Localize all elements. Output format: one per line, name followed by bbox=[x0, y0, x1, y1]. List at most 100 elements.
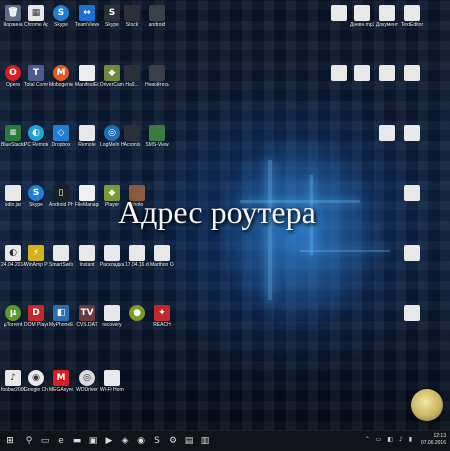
desktop-icon[interactable]: Instant bbox=[75, 245, 99, 268]
desktop-icon[interactable]: ◐PC Remote Receiver bbox=[24, 125, 48, 148]
desktop-icon[interactable]: ✦ REACH bbox=[150, 305, 174, 328]
desktop-icon[interactable] bbox=[350, 65, 374, 82]
desktop-icon[interactable]: ◎ WDDriver bbox=[75, 370, 99, 393]
desktop-icon[interactable] bbox=[375, 65, 399, 82]
desktop-icon[interactable]: recovery bbox=[100, 305, 124, 328]
app-icon bbox=[154, 245, 170, 261]
desktop-icon[interactable]: ↔TeamViewer bbox=[75, 5, 99, 28]
desktop-icon[interactable]: Невойтесь bbox=[145, 65, 169, 88]
desktop-icon[interactable]: TTotal Commander bbox=[24, 65, 48, 88]
task-view-icon[interactable]: ▭ bbox=[38, 434, 52, 448]
desktop-icon[interactable] bbox=[400, 125, 424, 142]
desktop-icon[interactable]: Дневн.mp3 bbox=[350, 5, 374, 28]
desktop-icon[interactable] bbox=[327, 65, 351, 82]
desktop-icon[interactable]: ◉Google Chrome bbox=[24, 370, 48, 393]
app-icon bbox=[79, 65, 95, 81]
app-icon: S bbox=[28, 185, 44, 201]
desktop-icon[interactable]: SMS-View bbox=[145, 125, 169, 148]
desktop-icon[interactable]: Ha9... bbox=[120, 65, 144, 88]
app2-icon[interactable]: ▤ bbox=[182, 434, 196, 448]
desktop-icon[interactable]: ▯Android Phone Manager bbox=[49, 185, 73, 208]
app-icon bbox=[404, 185, 420, 201]
desktop-icon[interactable]: TextEditor bbox=[400, 5, 424, 28]
app-icon bbox=[404, 125, 420, 141]
desktop-icon[interactable]: M Mobogenie bbox=[49, 65, 73, 88]
app-icon bbox=[104, 370, 120, 386]
desktop-icon-label: Dropbox bbox=[51, 142, 71, 148]
desktop-icon[interactable]: S Skype bbox=[24, 185, 48, 208]
desktop-icon[interactable]: ◇ Dropbox bbox=[49, 125, 73, 148]
desktop-icon-label: Android Phone Manager bbox=[49, 202, 73, 208]
app-icon bbox=[379, 125, 395, 141]
desktop-icon-label: Mobogenie bbox=[49, 82, 73, 88]
desktop-icon[interactable] bbox=[400, 305, 424, 322]
desktop-icon[interactable]: 17.04.16.docx bbox=[125, 245, 149, 268]
settings-icon[interactable]: ⚙ bbox=[166, 434, 180, 448]
desktop-icon[interactable]: Раскладка bbox=[100, 245, 124, 268]
desktop-icon[interactable]: TV CVS.DAT bbox=[75, 305, 99, 328]
desktop-icon[interactable]: SmartSwitch bbox=[49, 245, 73, 268]
desktop-icon[interactable]: Stock bbox=[120, 5, 144, 28]
desktop-icon[interactable]: DDOM Player bbox=[24, 305, 48, 328]
tray-clock[interactable]: 12:13 07.06.2016 bbox=[421, 433, 446, 447]
desktop-icon[interactable]: S Skype bbox=[49, 5, 73, 28]
app-icon: ◐ bbox=[28, 125, 44, 141]
edge-icon[interactable]: e bbox=[54, 434, 68, 448]
desktop-icon[interactable]: FileManager bbox=[75, 185, 99, 208]
desktop-icon[interactable]: ManifestEdit bbox=[75, 65, 99, 88]
desktop-icon[interactable]: Marthon Ocean bbox=[150, 245, 174, 268]
app-icon[interactable]: ◈ bbox=[118, 434, 132, 448]
desktop-icon-label: REACH bbox=[153, 322, 171, 328]
system-tray[interactable]: ⌃ ▭ ◧ ♪ ▮ bbox=[365, 436, 414, 443]
app-icon: ◎ bbox=[104, 125, 120, 141]
desktop-icon-label: Ha9... bbox=[125, 82, 139, 88]
desktop-icon[interactable]: O Opera bbox=[1, 65, 25, 88]
desktop-icon-label: DOM Player bbox=[24, 322, 48, 328]
desktop-icon[interactable]: Wi-Fi Home Network bbox=[100, 370, 124, 393]
start-button[interactable]: ⊞ bbox=[3, 434, 17, 448]
media-icon[interactable]: ▶ bbox=[102, 434, 116, 448]
desktop-icon[interactable]: ♪foobar2000 Shortcut bbox=[1, 370, 25, 393]
desktop-icon[interactable]: ⚡WinAmp Plugin bbox=[24, 245, 48, 268]
desktop-icon[interactable] bbox=[400, 185, 424, 202]
app-icon: ◇ bbox=[53, 125, 69, 141]
desktop-icon[interactable]: ▦Chrome App Launcher bbox=[24, 5, 48, 28]
desktop-icon-label: recovery bbox=[102, 322, 122, 328]
desktop-icon-label: 17.04.16.docx bbox=[125, 262, 149, 268]
desktop-icon[interactable] bbox=[327, 5, 351, 22]
app-icon bbox=[404, 5, 420, 21]
desktop-icon[interactable]: android bbox=[145, 5, 169, 28]
app-icon bbox=[124, 125, 140, 141]
desktop-icon[interactable]: Acronis bbox=[120, 125, 144, 148]
app-icon: ◐ bbox=[5, 245, 21, 261]
app-icon bbox=[331, 5, 347, 21]
desktop-icon-label: Невойтесь bbox=[145, 82, 169, 88]
store-icon[interactable]: ▣ bbox=[86, 434, 100, 448]
desktop-icon-label: µTorrent bbox=[3, 322, 23, 328]
desktop-icon[interactable]: µ µTorrent bbox=[1, 305, 25, 328]
skype-icon[interactable]: S bbox=[150, 434, 164, 448]
app3-icon[interactable]: ▥ bbox=[198, 434, 212, 448]
desktop-icon[interactable]: odin.jar bbox=[1, 185, 25, 208]
desktop-icon[interactable]: ◐24.04.2014 Анекдот bbox=[1, 245, 25, 268]
chrome-icon[interactable]: ◉ bbox=[134, 434, 148, 448]
app-icon: µ bbox=[5, 305, 21, 321]
desktop-icon[interactable] bbox=[400, 245, 424, 262]
desktop-icon-label: Skype bbox=[29, 202, 43, 208]
desktop-icon[interactable]: M MEGAsync bbox=[49, 370, 73, 393]
desktop-icon[interactable] bbox=[375, 125, 399, 142]
app-icon: 🗑 bbox=[5, 5, 21, 21]
app-icon: ♪ bbox=[5, 370, 21, 386]
desktop-icon[interactable] bbox=[400, 65, 424, 82]
desktop-icon[interactable]: ◧MyPhoneExplorer bbox=[49, 305, 73, 328]
desktop-icon[interactable]: 🗑 Корзина bbox=[1, 5, 25, 28]
app-icon bbox=[79, 125, 95, 141]
app-icon bbox=[379, 5, 395, 21]
clock-date: 07.06.2016 bbox=[420, 440, 446, 446]
desktop-icon[interactable]: Remote bbox=[75, 125, 99, 148]
search-icon[interactable]: ⚲ bbox=[22, 434, 36, 448]
desktop-icon[interactable]: Документ bbox=[375, 5, 399, 28]
explorer-icon[interactable]: ▬ bbox=[70, 434, 84, 448]
desktop-icon[interactable]: ≡ BlueStacks bbox=[1, 125, 25, 148]
desktop-icon[interactable]: ● bbox=[125, 305, 149, 322]
